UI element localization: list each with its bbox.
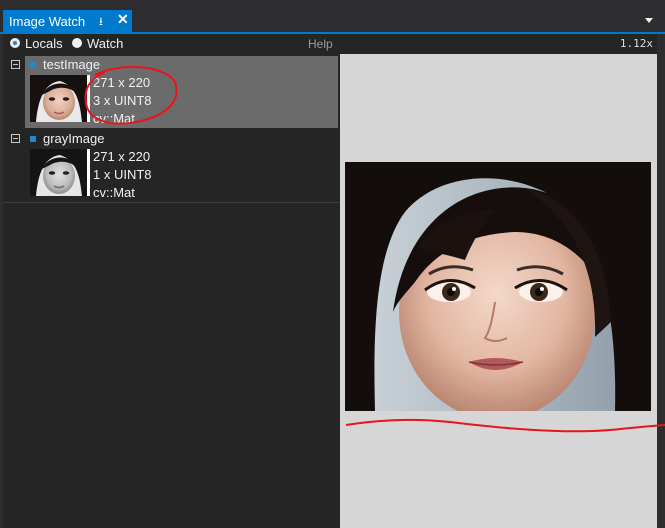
watch-label[interactable]: Watch — [87, 36, 123, 51]
variable-row-grayimage[interactable]: grayImage 271 x 220 1 x UINT8 cv::Mat — [3, 130, 340, 202]
zoom-level: 1.12x — [619, 37, 653, 50]
image-size: 271 x 220 — [93, 75, 151, 90]
thumbnail-grayimage[interactable] — [30, 149, 90, 196]
watch-radio[interactable] — [72, 38, 82, 48]
close-icon[interactable]: ✕ — [117, 11, 129, 28]
image-type: cv::Mat — [93, 185, 135, 200]
image-channels: 3 x UINT8 — [93, 93, 152, 108]
tab-title: Image Watch — [9, 13, 86, 29]
image-preview[interactable] — [345, 162, 651, 411]
tool-window-tabstrip: Image Watch ⭳ ✕ — [0, 0, 665, 33]
image-type: cv::Mat — [93, 111, 135, 126]
variable-name: grayImage — [43, 131, 105, 146]
image-channels: 1 x UINT8 — [93, 167, 152, 182]
thumbnail-testimage[interactable] — [30, 75, 90, 122]
pin-icon[interactable]: ⭳ — [99, 13, 103, 32]
list-divider — [3, 202, 340, 203]
vertical-scrollbar[interactable] — [657, 34, 665, 528]
image-size: 271 x 220 — [93, 149, 151, 164]
type-marker-icon — [30, 62, 36, 68]
watch-toolbar: Locals Watch Help — [3, 34, 340, 54]
locals-label[interactable]: Locals — [25, 36, 63, 51]
chevron-down-icon[interactable] — [645, 18, 653, 23]
locals-radio[interactable] — [10, 38, 20, 48]
tab-image-watch[interactable]: Image Watch ⭳ ✕ — [3, 10, 132, 32]
variable-name: testImage — [43, 57, 101, 72]
type-marker-icon — [30, 136, 36, 142]
collapse-icon[interactable] — [11, 134, 20, 143]
collapse-icon[interactable] — [11, 60, 20, 69]
help-link[interactable]: Help — [308, 37, 333, 51]
image-viewer-pane[interactable]: 1.12x — [340, 34, 657, 528]
viewer-header: 1.12x — [340, 34, 657, 54]
variable-row-testimage: testImage 271 x 220 3 x UINT8 cv::Mat — [3, 56, 340, 128]
variable-list-pane: Locals Watch Help testImage 271 x 220 3 … — [3, 34, 340, 528]
